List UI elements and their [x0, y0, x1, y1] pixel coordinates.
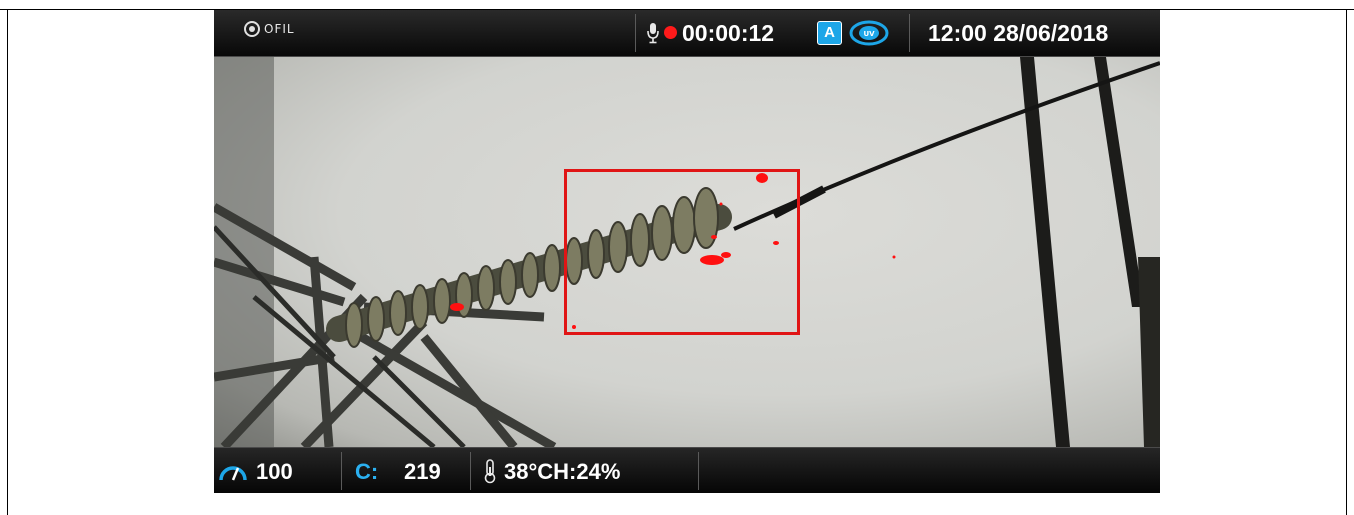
auto-mode-icon[interactable]: A: [817, 21, 842, 45]
page: OFIL 00:00:12 A UV 12:00 28/06/2018 100 …: [0, 0, 1354, 515]
recording-timer: 00:00:12: [682, 20, 775, 46]
datetime-display: 12:00 28/06/2018: [928, 20, 1109, 46]
brand-logo: OFIL: [244, 21, 295, 37]
uv-camera-viewer: OFIL 00:00:12 A UV 12:00 28/06/2018 100 …: [214, 10, 1160, 493]
count-label: C:: [355, 459, 379, 484]
gauge-icon: [219, 466, 247, 481]
record-dot-icon: [664, 26, 677, 39]
divider: [470, 452, 471, 490]
gain-value: 100: [256, 459, 293, 484]
detection-box: [564, 169, 800, 335]
pole: [1138, 257, 1160, 447]
bottom-status-bar: 100 C: 219 38°CH:24%: [214, 447, 1160, 493]
count-value: 219: [404, 459, 441, 484]
frame-border-right: [1346, 9, 1347, 515]
thermometer-icon: [484, 459, 496, 484]
pole: [1020, 57, 1070, 447]
camera-feed: [214, 57, 1160, 447]
divider: [635, 14, 636, 52]
uv-badge-text: UV: [863, 30, 875, 38]
ofil-logo-icon: [244, 21, 260, 37]
uv-mode-icon[interactable]: UV: [849, 20, 889, 46]
brand-name: OFIL: [264, 22, 295, 36]
microphone-icon: [647, 23, 659, 44]
temperature-humidity: 38°CH:24%: [504, 459, 621, 484]
frame-border-left: [7, 9, 8, 515]
pole: [1094, 57, 1144, 307]
divider: [698, 452, 699, 490]
divider: [341, 452, 342, 490]
divider: [909, 14, 910, 52]
top-status-bar: OFIL 00:00:12 A UV 12:00 28/06/2018: [214, 10, 1160, 57]
